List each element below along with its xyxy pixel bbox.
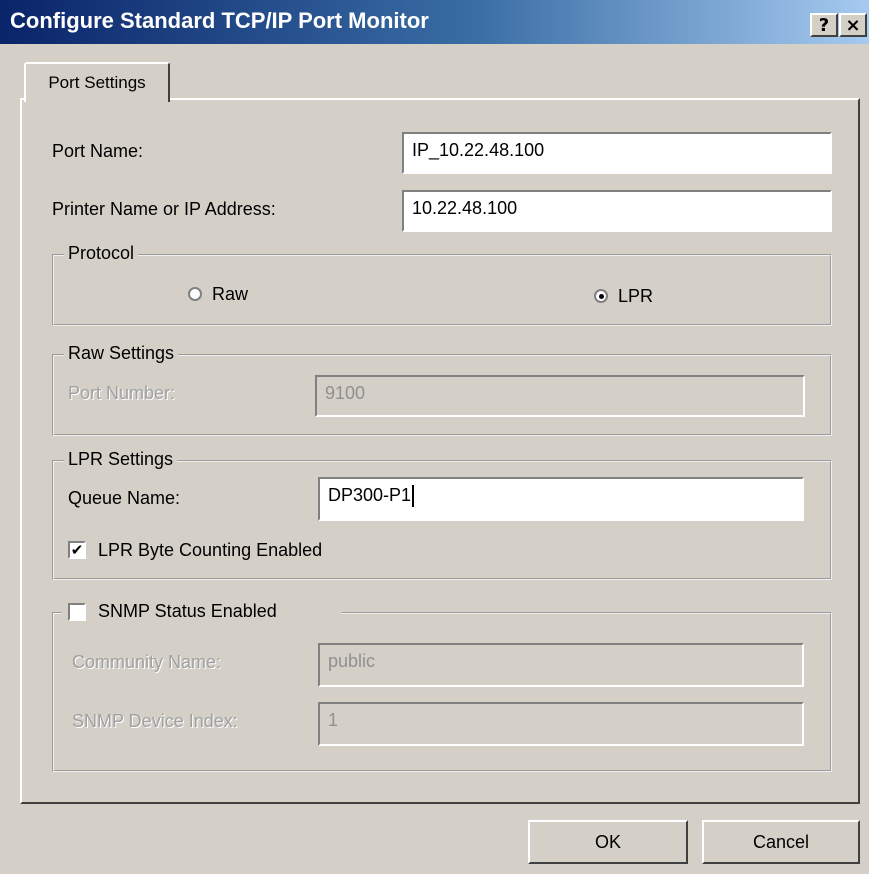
printer-address-input[interactable]: 10.22.48.100: [402, 190, 832, 232]
community-name-label: Community Name:: [72, 652, 222, 672]
help-button[interactable]: ?: [810, 13, 838, 37]
port-name-label: Port Name:: [52, 141, 144, 161]
cancel-button[interactable]: Cancel: [702, 820, 860, 864]
ok-button[interactable]: OK: [528, 820, 688, 864]
close-button[interactable]: ×: [839, 13, 867, 37]
queue-name-input[interactable]: DP300-P1: [318, 477, 804, 521]
snmp-group: [52, 612, 832, 772]
radio-raw[interactable]: Raw: [188, 284, 278, 308]
radio-raw-label: Raw: [212, 284, 249, 304]
community-name-input[interactable]: public: [318, 643, 804, 687]
raw-settings-legend: Raw Settings: [64, 343, 179, 364]
radio-lpr[interactable]: LPR: [594, 286, 684, 310]
lpr-settings-legend: LPR Settings: [64, 449, 178, 470]
lpr-byte-counting-label[interactable]: LPR Byte Counting Enabled: [98, 540, 322, 561]
printer-address-label: Printer Name or IP Address:: [52, 199, 276, 219]
port-number-input[interactable]: 9100: [315, 375, 805, 417]
queue-name-label: Queue Name:: [68, 488, 181, 508]
tab-port-settings[interactable]: Port Settings: [24, 62, 170, 102]
lpr-byte-counting-checkbox[interactable]: ✔: [68, 541, 86, 559]
snmp-device-index-label: SNMP Device Index:: [72, 711, 238, 731]
radio-lpr-circle[interactable]: [594, 289, 608, 303]
snmp-device-index-input[interactable]: 1: [318, 702, 804, 746]
queue-name-value: DP300-P1: [328, 485, 412, 505]
snmp-status-checkbox[interactable]: [68, 603, 86, 621]
protocol-group: [52, 254, 832, 326]
protocol-legend: Protocol: [64, 243, 139, 264]
radio-raw-circle[interactable]: [188, 287, 202, 301]
port-number-label: Port Number:: [68, 383, 176, 403]
radio-lpr-label: LPR: [618, 286, 654, 306]
window-title: Configure Standard TCP/IP Port Monitor: [10, 8, 429, 33]
text-caret: [412, 485, 415, 508]
snmp-status-label[interactable]: SNMP Status Enabled: [98, 601, 277, 622]
port-name-input[interactable]: IP_10.22.48.100: [402, 132, 832, 174]
